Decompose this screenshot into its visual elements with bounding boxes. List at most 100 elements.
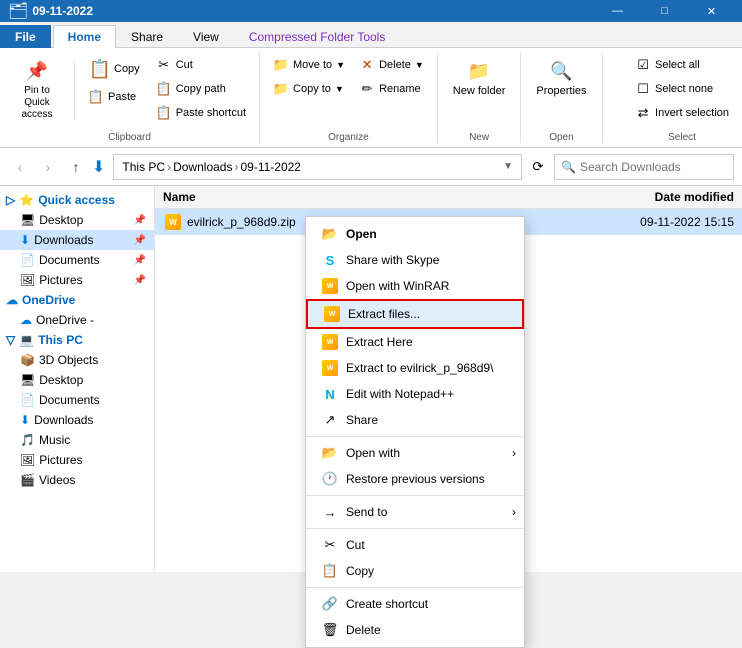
new-folder-button[interactable]: 📁 New folder — [446, 54, 513, 102]
tab-share[interactable]: Share — [116, 25, 178, 48]
delete-button[interactable]: ✕ Delete ▼ — [354, 54, 429, 76]
paste-label: Paste — [108, 91, 136, 103]
cut-label: Cut — [176, 59, 193, 71]
ctx-share[interactable]: ↗ Share — [306, 407, 524, 433]
invert-selection-button[interactable]: ⇄ Invert selection — [630, 102, 734, 124]
sidebar-item-documents[interactable]: 📄 Documents 📌 — [0, 250, 154, 270]
ctx-extract-here-icon: W — [322, 334, 338, 350]
ctx-notepad[interactable]: N Edit with Notepad++ — [306, 381, 524, 407]
desktop2-label: Desktop — [39, 373, 83, 387]
move-to-label: Move to — [293, 59, 332, 71]
cut-button[interactable]: ✂ Cut — [151, 54, 251, 76]
ribbon-group-new: 📁 New folder New — [438, 52, 522, 143]
quick-access-label: Quick access — [38, 193, 115, 207]
copy-path-icon: 📋 — [156, 81, 172, 97]
ctx-extract-files[interactable]: W Extract files... — [306, 299, 524, 329]
col-date: Date modified — [574, 190, 734, 204]
sidebar-item-music[interactable]: 🎵 Music — [0, 430, 154, 450]
properties-icon: 🔍 — [549, 59, 573, 83]
sidebar-item-this-pc[interactable]: ▽ 💻 This PC — [0, 330, 154, 350]
maximize-button[interactable]: □ — [642, 0, 687, 22]
sidebar-item-downloads2[interactable]: ⬇ Downloads — [0, 410, 154, 430]
ribbon-group-select: ☑ Select all ☐ Select none ⇄ Invert sele… — [622, 52, 742, 143]
pin-label: Pin to Quick access — [15, 85, 59, 121]
ctx-skype-label: Share with Skype — [346, 253, 439, 267]
music-icon: 🎵 — [20, 433, 35, 447]
file-area: Name Date modified W evilrick_p_968d9.zi… — [155, 186, 742, 572]
desktop-icon: 🖥 — [20, 213, 35, 227]
search-input[interactable] — [580, 160, 727, 174]
paste-shortcut-button[interactable]: 📋 Paste shortcut — [151, 102, 251, 124]
ctx-create-shortcut[interactable]: 🔗 Create shortcut — [306, 591, 524, 617]
up-button[interactable]: ↑ — [64, 155, 88, 179]
ribbon-tabs: File Home Share View Compressed Folder T… — [0, 22, 742, 48]
paste-button[interactable]: 📋 Paste — [83, 86, 145, 108]
rename-icon: ✏ — [359, 81, 375, 97]
address-path[interactable]: This PC › Downloads › 09-11-2022 ▼ — [113, 154, 522, 180]
ctx-cut[interactable]: ✂ Cut — [306, 532, 524, 558]
onedrive-sub-label: OneDrive - — [36, 313, 94, 327]
cloud-sub-icon: ☁ — [20, 313, 32, 327]
properties-button[interactable]: 🔍 Properties — [529, 54, 593, 102]
select-all-button[interactable]: ☑ Select all — [630, 54, 734, 76]
back-button[interactable]: ‹ — [8, 155, 32, 179]
sidebar-item-pictures2[interactable]: 🖼 Pictures — [0, 450, 154, 470]
copy-to-chevron: ▼ — [335, 84, 344, 94]
ctx-extract-here[interactable]: W Extract Here — [306, 329, 524, 355]
search-box[interactable]: 🔍 — [554, 154, 734, 180]
sidebar-item-downloads[interactable]: ⬇ Downloads 📌 — [0, 230, 154, 250]
select-none-button[interactable]: ☐ Select none — [630, 78, 734, 100]
tab-file[interactable]: File — [0, 25, 51, 48]
ctx-cut-label: Cut — [346, 538, 365, 552]
close-button[interactable]: ✕ — [689, 0, 734, 22]
ctx-open-winrar[interactable]: W Open with WinRAR — [306, 273, 524, 299]
tab-compressed[interactable]: Compressed Folder Tools — [234, 25, 401, 48]
organize-label: Organize — [328, 128, 369, 143]
sidebar-item-quick-access[interactable]: ▷ ⭐ Quick access — [0, 190, 154, 210]
chevron-right-icon: ▷ — [6, 193, 15, 207]
sidebar-item-onedrive-sub[interactable]: ☁ OneDrive - — [0, 310, 154, 330]
refresh-button[interactable]: ⟳ — [526, 155, 550, 179]
minimize-button[interactable]: — — [595, 0, 640, 22]
ctx-copy[interactable]: 📋 Copy — [306, 558, 524, 584]
ctx-delete[interactable]: 🗑 Delete — [306, 617, 524, 643]
ctx-open[interactable]: 📂 Open — [306, 221, 524, 247]
copy-path-button[interactable]: 📋 Copy path — [151, 78, 251, 100]
this-pc-label: This PC — [38, 333, 83, 347]
copy-path-label: Copy path — [176, 83, 226, 95]
ctx-open-with[interactable]: 📂 Open with — [306, 440, 524, 466]
cut-group: ✂ Cut 📋 Copy path 📋 Paste shortcut — [151, 54, 251, 124]
documents2-label: Documents — [39, 393, 100, 407]
tab-home[interactable]: Home — [53, 25, 116, 48]
copy-paste-group: 📋 Copy 📋 Paste — [83, 54, 145, 108]
organize-col2: ✕ Delete ▼ ✏ Rename — [354, 54, 429, 100]
ctx-extract-to[interactable]: W Extract to evilrick_p_968d9\ — [306, 355, 524, 381]
tab-view[interactable]: View — [178, 25, 234, 48]
ctx-share-label: Share — [346, 413, 378, 427]
rename-button[interactable]: ✏ Rename — [354, 78, 429, 100]
pin-quick-access-button[interactable]: 📌 Pin to Quick access — [8, 54, 66, 126]
forward-button[interactable]: › — [36, 155, 60, 179]
new-folder-label: New folder — [453, 85, 506, 97]
sep — [74, 60, 75, 120]
sidebar-item-videos[interactable]: 🎬 Videos — [0, 470, 154, 490]
move-to-button[interactable]: 📁 Move to ▼ — [268, 54, 350, 76]
invert-selection-label: Invert selection — [655, 107, 729, 119]
ctx-restore[interactable]: 🕐 Restore previous versions — [306, 466, 524, 492]
ctx-share-skype[interactable]: S Share with Skype — [306, 247, 524, 273]
sidebar-item-desktop[interactable]: 🖥 Desktop 📌 — [0, 210, 154, 230]
sidebar-item-onedrive[interactable]: ☁ OneDrive — [0, 290, 154, 310]
new-folder-icon: 📁 — [467, 59, 491, 83]
sidebar-item-3d-objects[interactable]: 📦 3D Objects — [0, 350, 154, 370]
title-bar: 🗂 09-11-2022 — □ ✕ — [0, 0, 742, 22]
copy-button[interactable]: 📋 Copy — [83, 54, 145, 84]
copy-to-button[interactable]: 📁 Copy to ▼ — [268, 78, 350, 100]
ctx-send-to[interactable]: → Send to — [306, 499, 524, 525]
winrar-zip-icon: W — [165, 214, 181, 230]
sidebar-item-pictures[interactable]: 🖼 Pictures 📌 — [0, 270, 154, 290]
sidebar-item-documents2[interactable]: 📄 Documents — [0, 390, 154, 410]
downloads-icon: ⬇ — [20, 233, 30, 247]
sidebar-item-desktop2[interactable]: 🖥 Desktop — [0, 370, 154, 390]
zip-icon: W — [163, 212, 183, 232]
pin-icon-desktop: 📌 — [134, 215, 146, 226]
